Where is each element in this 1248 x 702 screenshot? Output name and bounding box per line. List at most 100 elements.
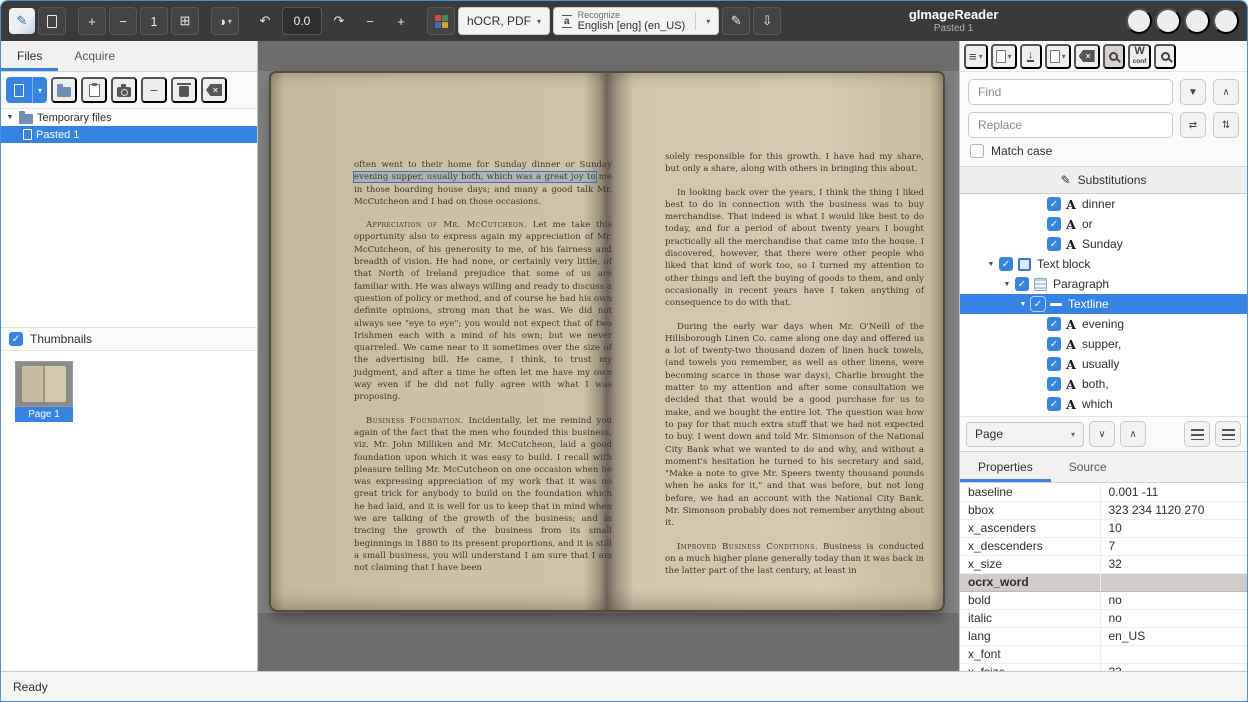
screenshot-button[interactable] bbox=[111, 77, 137, 103]
item-checkbox[interactable]: ✓ bbox=[1047, 337, 1061, 351]
item-checkbox[interactable]: ✓ bbox=[1015, 277, 1029, 291]
export-button[interactable]: ⇩ bbox=[753, 7, 781, 35]
image-controls-dropdown[interactable]: ◑▾ bbox=[211, 7, 239, 35]
thumbnails-checkbox[interactable]: ✓ bbox=[9, 332, 23, 346]
match-case-checkbox[interactable] bbox=[970, 144, 984, 158]
hocr-item-textline[interactable]: ▼✓Textline bbox=[960, 294, 1247, 314]
hocr-item-text-block[interactable]: ▼✓Text block bbox=[960, 254, 1247, 274]
zoom-out-button[interactable]: − bbox=[109, 7, 137, 35]
find-input[interactable] bbox=[968, 79, 1173, 105]
zoom-fit-button[interactable]: ⊞ bbox=[171, 7, 199, 35]
rotate-left-button[interactable]: ↶ bbox=[251, 7, 279, 35]
replace-all-button[interactable]: ⇅ bbox=[1213, 112, 1239, 138]
zoom-original-button[interactable]: 1 bbox=[140, 7, 168, 35]
substitutions-button[interactable]: ✎ Substitutions bbox=[960, 166, 1247, 194]
find-replace-toggle[interactable] bbox=[1103, 44, 1125, 69]
item-checkbox[interactable]: ✓ bbox=[1047, 237, 1061, 251]
hocr-item-usually[interactable]: ✓Ausually bbox=[960, 354, 1247, 374]
scanned-image[interactable]: often went to their home for Sunday dinn… bbox=[258, 71, 959, 613]
ocr-selection-highlight[interactable]: evening supper, usually both, which was … bbox=[354, 172, 596, 182]
hocr-item-dinner[interactable]: ✓Adinner bbox=[960, 194, 1247, 214]
paste-button[interactable] bbox=[81, 77, 107, 103]
open-folder-button[interactable] bbox=[51, 77, 77, 103]
tab-acquire[interactable]: Acquire bbox=[58, 41, 131, 71]
tab-properties[interactable]: Properties bbox=[960, 452, 1051, 482]
property-row-ocrx_word[interactable]: ocrx_word bbox=[960, 573, 1247, 591]
chevron-down-icon[interactable]: ▾ bbox=[32, 77, 47, 103]
expander-icon[interactable]: ▼ bbox=[5, 114, 15, 121]
zoom-in-button[interactable]: + bbox=[78, 7, 106, 35]
recognize-split-button[interactable]: a Recognize English [eng] (en_US) ▾ bbox=[553, 7, 719, 35]
property-row-x_descenders[interactable]: x_descenders7 bbox=[960, 537, 1247, 555]
hocr-item-evening[interactable]: ✓Aevening bbox=[960, 314, 1247, 334]
recognition-languages-button[interactable] bbox=[427, 7, 455, 35]
section-heading: Business Foundation. bbox=[366, 416, 464, 426]
open-output-dropdown[interactable]: ▾ bbox=[991, 44, 1017, 69]
item-checkbox[interactable]: ✓ bbox=[1047, 217, 1061, 231]
property-row-lang[interactable]: langen_US bbox=[960, 627, 1247, 645]
thumbnail-caption[interactable]: Page 1 bbox=[15, 407, 73, 422]
hocr-item-paragraph[interactable]: ▼✓Paragraph bbox=[960, 274, 1247, 294]
navigate-prev-button[interactable]: ∧ bbox=[1120, 421, 1146, 447]
clear-output-button[interactable]: ✕ bbox=[1074, 44, 1100, 69]
settings-button[interactable]: ⚙ bbox=[1126, 8, 1152, 34]
item-checkbox[interactable]: ✓ bbox=[1047, 377, 1061, 391]
hocr-item-sunday[interactable]: ✓ASunday bbox=[960, 234, 1247, 254]
hocr-item-which[interactable]: ✓Awhich bbox=[960, 394, 1247, 414]
item-checkbox[interactable]: ✓ bbox=[1047, 317, 1061, 331]
item-checkbox[interactable]: ✓ bbox=[1031, 297, 1045, 311]
add-images-split-button[interactable]: ▾ bbox=[6, 77, 47, 103]
hocr-item-or[interactable]: ✓Aor bbox=[960, 214, 1247, 234]
file-tree-folder-row[interactable]: ▼ Temporary files bbox=[1, 109, 257, 126]
item-checkbox[interactable]: ✓ bbox=[1047, 357, 1061, 371]
export-output-dropdown[interactable]: ▾ bbox=[1045, 44, 1071, 69]
rotate-right-button[interactable]: ↷ bbox=[325, 7, 353, 35]
item-checkbox[interactable]: ✓ bbox=[999, 257, 1013, 271]
chevron-down-icon[interactable]: ▾ bbox=[706, 17, 710, 26]
rotation-increase-button[interactable]: + bbox=[387, 7, 415, 35]
hocr-item-both[interactable]: ✓Aboth, bbox=[960, 374, 1247, 394]
expander-icon[interactable]: ▼ bbox=[984, 261, 998, 268]
tab-source[interactable]: Source bbox=[1051, 452, 1125, 482]
property-row-baseline[interactable]: baseline0.001 -11 bbox=[960, 483, 1247, 501]
save-output-button[interactable]: ↓ bbox=[1020, 44, 1042, 69]
find-next-button[interactable]: ▼ bbox=[1180, 79, 1206, 105]
remove-page-button[interactable]: − bbox=[141, 77, 167, 103]
close-button[interactable]: ✕ bbox=[1213, 8, 1239, 34]
maximize-button[interactable] bbox=[1184, 8, 1210, 34]
clear-all-button[interactable]: ✕ bbox=[201, 77, 227, 103]
property-row-x_ascenders[interactable]: x_ascenders10 bbox=[960, 519, 1247, 537]
property-row-x_size[interactable]: x_size32 bbox=[960, 555, 1247, 573]
minimize-button[interactable]: − bbox=[1155, 8, 1181, 34]
delete-button[interactable] bbox=[171, 77, 197, 103]
rotation-spinbox[interactable]: 0.0 bbox=[282, 7, 322, 35]
page-thumbnail[interactable] bbox=[15, 361, 73, 407]
word-confidence-toggle[interactable]: Wconf bbox=[1128, 44, 1152, 69]
output-editor-button[interactable]: ✎ bbox=[722, 7, 750, 35]
find-prev-button[interactable]: ∧ bbox=[1213, 79, 1239, 105]
property-row-x_fsize[interactable]: x_fsize23 bbox=[960, 663, 1247, 671]
expand-all-button[interactable] bbox=[1184, 421, 1210, 447]
property-row-x_font[interactable]: x_font bbox=[960, 645, 1247, 663]
property-row-italic[interactable]: italicno bbox=[960, 609, 1247, 627]
hocr-item-supper[interactable]: ✓Asupper, bbox=[960, 334, 1247, 354]
property-row-bold[interactable]: boldno bbox=[960, 591, 1247, 609]
property-row-bbox[interactable]: bbox323 234 1120 270 bbox=[960, 501, 1247, 519]
file-tree-file-row[interactable]: Pasted 1 bbox=[1, 126, 257, 143]
navigate-next-button[interactable]: ∨ bbox=[1089, 421, 1115, 447]
preview-toggle[interactable] bbox=[1154, 44, 1176, 69]
item-checkbox[interactable]: ✓ bbox=[1047, 397, 1061, 411]
replace-input[interactable] bbox=[968, 112, 1173, 138]
tab-files[interactable]: Files bbox=[1, 41, 58, 71]
rotation-decrease-button[interactable]: − bbox=[356, 7, 384, 35]
image-canvas[interactable]: often went to their home for Sunday dinn… bbox=[258, 41, 959, 671]
collapse-all-button[interactable] bbox=[1215, 421, 1241, 447]
expander-icon[interactable]: ▼ bbox=[1000, 281, 1014, 288]
expander-icon[interactable]: ▼ bbox=[1016, 301, 1030, 308]
item-checkbox[interactable]: ✓ bbox=[1047, 197, 1061, 211]
page-combo[interactable]: Page▾ bbox=[966, 422, 1084, 447]
replace-button[interactable]: ⇄ bbox=[1180, 112, 1206, 138]
display-options-button[interactable] bbox=[38, 7, 66, 35]
insert-mode-dropdown[interactable]: ≡▾ bbox=[964, 44, 988, 69]
ocr-mode-combo[interactable]: hOCR, PDF▾ bbox=[458, 7, 550, 35]
